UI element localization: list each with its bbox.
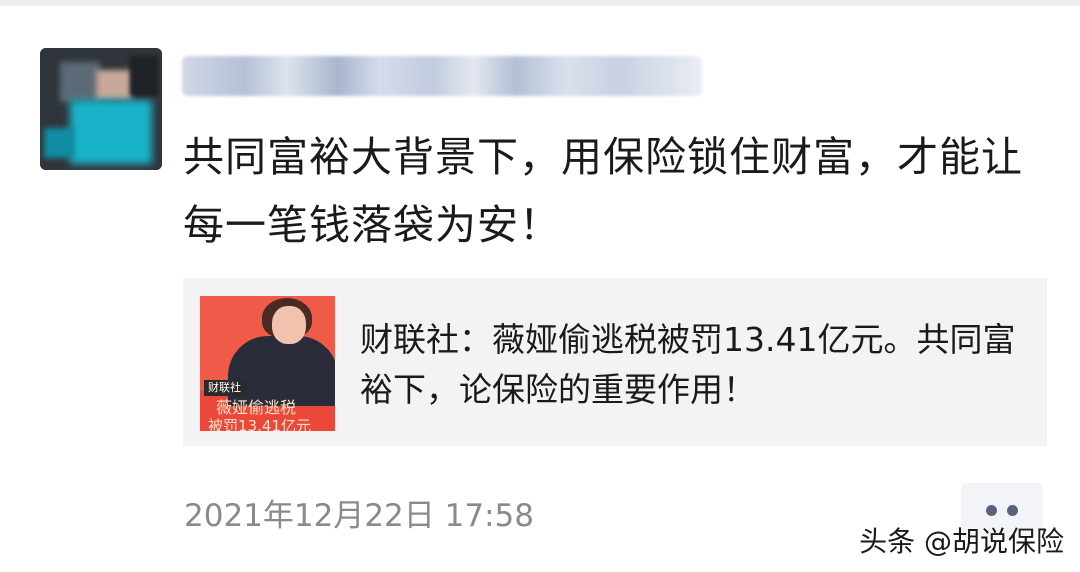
- shared-link-card[interactable]: 财联社 薇娅偷逃税 被罚13.41亿元 财联社：薇娅偷逃税被罚13.41亿元。共…: [183, 278, 1047, 446]
- post-timestamp: 2021年12月22日 17:58: [184, 498, 534, 534]
- shared-link-title: 财联社：薇娅偷逃税被罚13.41亿元。共同富裕下，论保险的重要作用！: [360, 320, 1016, 409]
- avatar-blur-block: [130, 56, 158, 96]
- top-divider: [0, 0, 1080, 6]
- avatar-blur-block: [70, 100, 152, 164]
- username-redacted[interactable]: [182, 56, 702, 96]
- avatar-blur-block: [60, 62, 100, 102]
- moments-post: 共同富裕大背景下，用保险锁住财富，才能让每一笔钱落袋为安！ 财联社 薇娅偷逃税 …: [0, 0, 1080, 572]
- avatar-blur-block: [44, 128, 74, 158]
- avatar-blur-block: [96, 70, 132, 100]
- watermark: 头条 @胡说保险: [859, 525, 1064, 558]
- thumbnail-tag: 财联社: [204, 380, 245, 396]
- thumbnail-headline-2: 被罚13.41亿元: [208, 417, 311, 431]
- thumbnail-headline-1: 薇娅偷逃税: [216, 398, 297, 417]
- ellipsis-icon: [986, 504, 997, 516]
- avatar[interactable]: [40, 48, 162, 170]
- thumbnail-person-face: [272, 306, 306, 344]
- ellipsis-icon: [1007, 504, 1018, 516]
- post-text: 共同富裕大背景下，用保险锁住财富，才能让每一笔钱落袋为安！: [183, 133, 1023, 249]
- shared-link-thumbnail: 财联社 薇娅偷逃税 被罚13.41亿元: [200, 296, 335, 431]
